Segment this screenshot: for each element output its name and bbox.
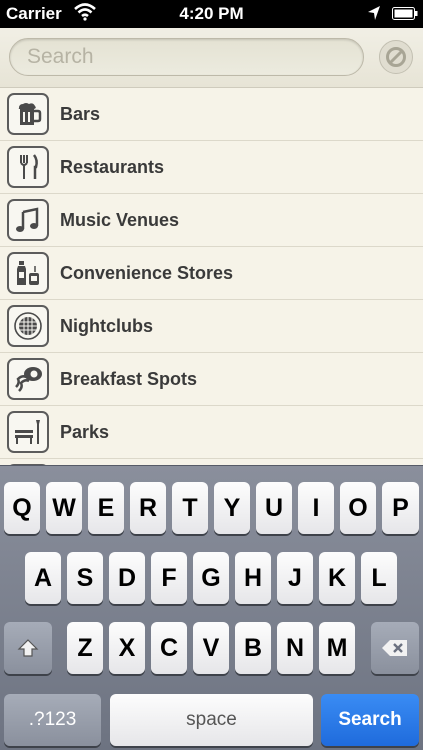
key-l[interactable]: L [361,552,397,604]
key-k[interactable]: K [319,552,355,604]
search-key[interactable]: Search [321,694,419,746]
battery-icon [392,7,418,20]
list-item[interactable]: Nightclubs [0,300,423,353]
list-item[interactable]: Parks [0,406,423,459]
key-z[interactable]: Z [67,622,103,674]
list-item[interactable]: Breakfast Spots [0,353,423,406]
list-item-label: Breakfast Spots [60,369,198,389]
key-s[interactable]: S [67,552,103,604]
key-v[interactable]: V [193,622,229,674]
location-arrow-icon [368,6,380,20]
key-n[interactable]: N [277,622,313,674]
list-item[interactable]: Convenience Stores [0,247,423,300]
list-item-label: Restaurants [60,157,165,177]
search-field[interactable] [9,38,364,76]
bacon-egg-icon [7,358,49,400]
prohibited-icon [386,47,406,67]
key-g[interactable]: G [193,552,229,604]
key-j[interactable]: J [277,552,313,604]
key-p[interactable]: P [382,482,419,534]
disco-ball-icon [7,305,49,347]
clear-filter-button[interactable] [379,40,413,74]
shift-arrow-icon [17,639,39,657]
list-item-label: Music Venues [60,210,180,230]
list-item[interactable]: Music Venues [0,194,423,247]
delete-key[interactable] [371,622,419,674]
key-x[interactable]: X [109,622,145,674]
key-q[interactable]: Q [4,482,40,534]
clock: 4:20 PM [179,4,244,23]
key-m[interactable]: M [319,622,355,674]
shift-key[interactable] [4,622,52,674]
key-h[interactable]: H [235,552,271,604]
key-a[interactable]: A [25,552,61,604]
key-i[interactable]: I [298,482,334,534]
park-bench-icon [7,411,49,453]
key-o[interactable]: O [340,482,376,534]
search-input[interactable] [10,39,363,75]
space-key[interactable]: space [110,694,313,746]
key-u[interactable]: U [256,482,292,534]
bottles-icon [7,252,49,294]
key-e[interactable]: E [88,482,124,534]
key-b[interactable]: B [235,622,271,674]
list-item[interactable]: Bars [0,88,423,141]
key-d[interactable]: D [109,552,145,604]
key-f[interactable]: F [151,552,187,604]
key-c[interactable]: C [151,622,187,674]
keyboard: Q W E R T Y U I O P A S D F G H J K L Z … [0,465,423,750]
category-list: Bars Restaurants Music Venues Convenienc… [0,88,423,468]
fork-knife-icon [7,146,49,188]
numbers-key[interactable]: .?123 [4,694,101,746]
music-note-icon [7,199,49,241]
list-item-label: Nightclubs [60,316,153,336]
backspace-icon [382,640,407,656]
key-w[interactable]: W [46,482,82,534]
list-item[interactable]: Restaurants [0,141,423,194]
search-bar [0,28,423,88]
key-t[interactable]: T [172,482,208,534]
status-bar: Carrier 4:20 PM [0,0,423,28]
key-r[interactable]: R [130,482,166,534]
list-item-label: Bars [60,104,101,124]
list-item-label: Convenience Stores [60,263,234,283]
list-item-label: Parks [60,422,110,442]
beer-mug-icon [7,93,49,135]
key-y[interactable]: Y [214,482,250,534]
